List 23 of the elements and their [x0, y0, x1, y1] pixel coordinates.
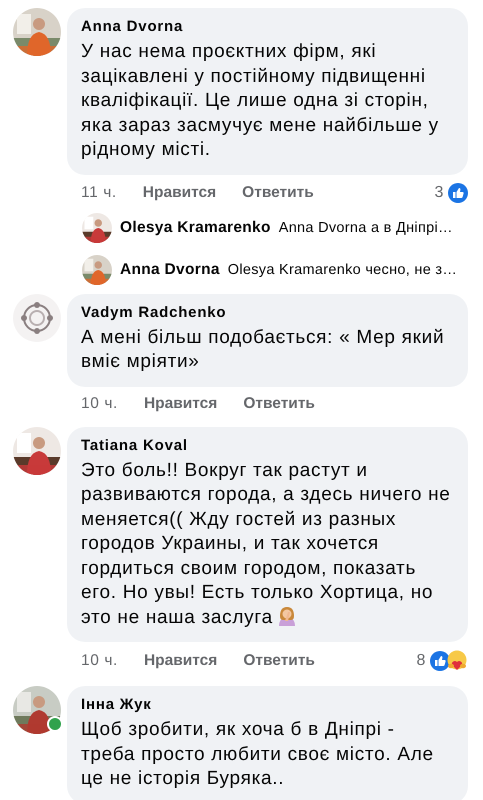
comment-text: Это боль!! Вокруг так растут и развиваются города, а здесь ничего не меняется(( Жду гостей из разных городов Украины, и так хочется гордиться своим городом, показать его. Но увы! Есть только Хортица, но это не наша заслуга — [81, 458, 452, 630]
author-name[interactable]: Tatiana Koval — [81, 436, 454, 456]
comment-text: А мені більш подобається: « Мер який вміє мріяти» — [81, 326, 446, 374]
comment-text: У нас нема проєктних фірм, які зацікавлені у постійному підвищенні кваліфікації. Це лише одна зі сторін, яка зараз засмучує мене найбільше у рідному місті. — [81, 40, 440, 162]
author-name[interactable]: Olesya Kramarenko — [120, 218, 271, 236]
like-link[interactable]: Нравится — [144, 652, 218, 670]
reaction-count[interactable]: 8 — [416, 652, 426, 670]
author-name[interactable]: Anna Dvorna — [81, 17, 454, 37]
author-name[interactable]: Vadym Radchenko — [81, 302, 454, 322]
author-name[interactable]: Anna Dvorna — [120, 260, 220, 278]
timestamp[interactable]: 10 ч. — [81, 394, 118, 412]
timestamp[interactable]: 11 ч. — [81, 184, 117, 202]
timestamp[interactable]: 10 ч. — [81, 652, 118, 670]
reply-link[interactable]: Ответить — [243, 652, 315, 670]
reply-link[interactable]: Ответить — [242, 184, 314, 202]
author-name[interactable]: Інна Жук — [81, 695, 454, 715]
reply-link[interactable]: Ответить — [243, 394, 315, 412]
like-link[interactable]: Нравится — [142, 184, 216, 202]
reply-preview[interactable]: Olesya Kramarenko чесно, не з… — [228, 262, 458, 278]
comment-text: Щоб зробити, як хоча б в Дніпрі - треба просто любити своє місто. Але це не історія Буряка.. — [81, 718, 435, 791]
reaction-count[interactable]: 3 — [434, 184, 444, 202]
like-link[interactable]: Нравится — [144, 394, 218, 412]
reply-preview[interactable]: Anna Dvorna а в Дніпрі… — [278, 220, 453, 236]
